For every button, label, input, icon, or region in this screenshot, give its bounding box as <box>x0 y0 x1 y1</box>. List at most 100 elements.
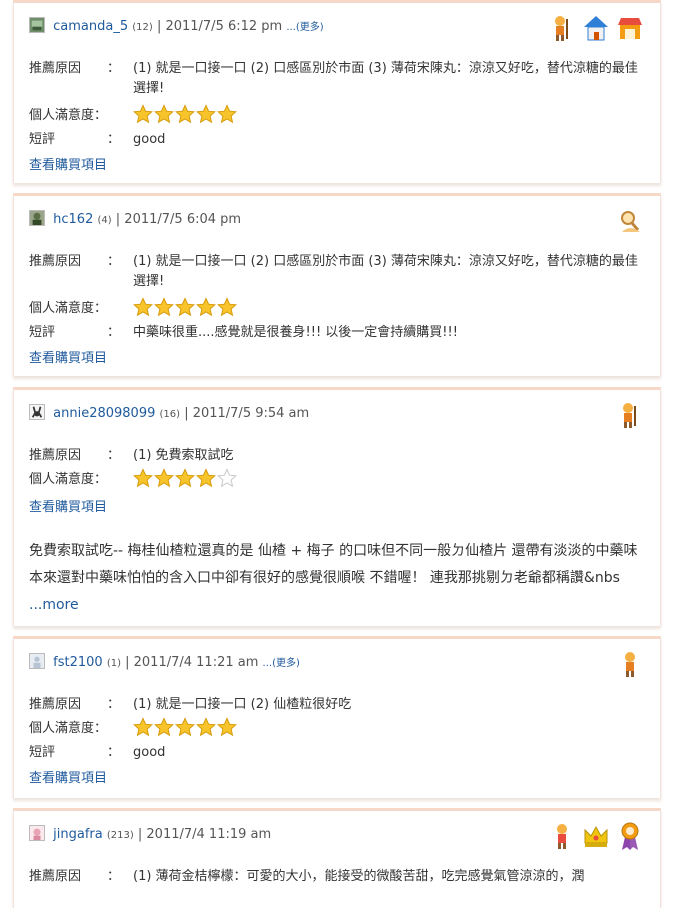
review-card: hc162 (4) | 2011/7/5 6:04 pm 推薦原因 ： (1) … <box>13 193 661 376</box>
satisfaction-label: 個人滿意度： <box>29 301 108 316</box>
comment-label: 短評 <box>29 325 56 340</box>
colon: ： <box>107 325 121 340</box>
crown-icon <box>584 825 608 847</box>
review-body: 免費索取試吃-- 梅桂仙楂粒還真的是 仙楂 + 梅子 的口味但不同一般ㄉ仙楂片 … <box>29 543 638 586</box>
reason-label: 推薦原因 <box>29 697 82 712</box>
satisfaction-label: 個人滿意度： <box>29 472 108 487</box>
review-header: fst2100 (1) | 2011/7/4 11:21 am ...(更多) <box>29 653 300 670</box>
avatar[interactable] <box>29 17 45 33</box>
comment-value: good <box>133 132 166 147</box>
star-rating <box>133 104 237 124</box>
reason-label: 推薦原因 <box>29 869 82 884</box>
star-filled-icon <box>133 104 153 124</box>
review-header: jingafra (213) | 2011/7/4 11:19 am <box>29 825 272 842</box>
star-rating <box>133 468 237 488</box>
comment-label: 短評 <box>29 132 56 147</box>
cartoon-character-icon <box>557 824 567 849</box>
cartoon-character-icon <box>625 652 635 677</box>
review-text: 免費索取試吃-- 梅桂仙楂粒還真的是 仙楂 + 梅子 的口味但不同一般ㄉ仙楂片 … <box>29 538 649 619</box>
star-filled-icon <box>154 717 174 737</box>
reason-value: (1) 免費索取試吃 <box>133 448 234 463</box>
view-purchase-link[interactable]: 查看購買項目 <box>29 767 107 786</box>
star-filled-icon <box>175 468 195 488</box>
star-filled-icon <box>133 468 153 488</box>
reason-value: (1) 就是一口接一口 (2) 口感區別於市面 (3) 薄荷宋陳丸：涼涼又好吃，… <box>133 61 638 96</box>
avatar[interactable] <box>29 404 45 420</box>
badge-list <box>616 400 644 430</box>
colon: ： <box>107 697 121 712</box>
medal-icon <box>621 822 639 850</box>
star-filled-icon <box>133 717 153 737</box>
star-filled-icon <box>154 104 174 124</box>
star-filled-icon <box>175 717 195 737</box>
more-link[interactable]: ...(更多) <box>286 22 323 33</box>
username-link[interactable]: camanda_5 <box>53 19 128 34</box>
user-level: (213) <box>106 830 134 841</box>
username-link[interactable]: hc162 <box>53 212 93 227</box>
house-icon <box>584 16 608 41</box>
reason-label: 推薦原因 <box>29 448 82 463</box>
reason-value: (1) 就是一口接一口 (2) 仙楂粒很好吃 <box>133 697 352 712</box>
username-link[interactable]: jingafra <box>53 827 103 842</box>
star-filled-icon <box>175 297 195 317</box>
avatar[interactable] <box>29 210 45 226</box>
star-filled-icon <box>217 717 237 737</box>
more-link[interactable]: ...(更多) <box>263 658 300 669</box>
reason-label: 推薦原因 <box>29 61 82 76</box>
badge-list <box>548 13 644 43</box>
star-filled-icon <box>133 297 153 317</box>
badge-list <box>616 649 644 679</box>
star-filled-icon <box>196 297 216 317</box>
review-datetime: | 2011/7/4 11:19 am <box>137 827 272 842</box>
comment-label: 短評 <box>29 745 56 760</box>
avatar[interactable] <box>29 825 45 841</box>
review-datetime: | 2011/7/5 6:12 pm <box>156 19 283 34</box>
star-filled-icon <box>217 104 237 124</box>
review-card: jingafra (213) | 2011/7/4 11:19 am 推薦原因 … <box>13 808 661 908</box>
reason-value: (1) 就是一口接一口 (2) 口感區別於市面 (3) 薄荷宋陳丸：涼涼又好吃，… <box>133 254 638 289</box>
user-level: (12) <box>132 22 153 33</box>
review-datetime: | 2011/7/5 6:04 pm <box>115 212 242 227</box>
star-filled-icon <box>196 468 216 488</box>
review-card: annie28098099 (16) | 2011/7/5 9:54 am 推薦… <box>13 387 661 626</box>
satisfaction-label: 個人滿意度： <box>29 108 108 123</box>
star-filled-icon <box>196 104 216 124</box>
review-datetime: | 2011/7/5 9:54 am <box>184 406 310 421</box>
user-level: (16) <box>159 409 181 420</box>
read-more-link[interactable]: ...more <box>29 597 79 613</box>
star-filled-icon <box>196 717 216 737</box>
review-header: camanda_5 (12) | 2011/7/5 6:12 pm ...(更多… <box>29 17 324 34</box>
magnifier-person-icon <box>621 211 640 232</box>
username-link[interactable]: fst2100 <box>53 655 103 670</box>
comment-value: 中藥味很重....感覺就是很養身!!! 以後一定會持續購買!!! <box>133 325 458 340</box>
review-header: hc162 (4) | 2011/7/5 6:04 pm <box>29 210 242 227</box>
reason-label: 推薦原因 <box>29 254 82 269</box>
badge-list <box>548 821 644 851</box>
colon: ： <box>107 132 121 147</box>
cartoon-character-icon <box>623 403 636 428</box>
star-empty-icon <box>217 468 237 488</box>
colon: ： <box>107 448 121 463</box>
colon: ： <box>107 254 121 269</box>
avatar[interactable] <box>29 653 45 669</box>
review-card: fst2100 (1) | 2011/7/4 11:21 am ...(更多) … <box>13 636 661 798</box>
star-filled-icon <box>217 297 237 317</box>
star-rating <box>133 297 237 317</box>
review-card: camanda_5 (12) | 2011/7/5 6:12 pm ...(更多… <box>13 0 661 183</box>
star-filled-icon <box>154 297 174 317</box>
colon: ： <box>107 61 121 76</box>
view-purchase-link[interactable]: 查看購買項目 <box>29 496 107 515</box>
view-purchase-link[interactable]: 查看購買項目 <box>29 347 107 366</box>
user-level: (4) <box>97 215 112 226</box>
view-purchase-link[interactable]: 查看購買項目 <box>29 154 107 173</box>
star-rating <box>133 717 237 737</box>
shop-icon <box>618 18 642 39</box>
satisfaction-label: 個人滿意度： <box>29 721 108 736</box>
review-header: annie28098099 (16) | 2011/7/5 9:54 am <box>29 404 310 421</box>
cartoon-character-icon <box>555 16 568 41</box>
comment-value: good <box>133 745 166 760</box>
username-link[interactable]: annie28098099 <box>53 406 155 421</box>
review-datetime: | 2011/7/4 11:21 am <box>125 655 259 670</box>
star-filled-icon <box>175 104 195 124</box>
star-filled-icon <box>154 468 174 488</box>
